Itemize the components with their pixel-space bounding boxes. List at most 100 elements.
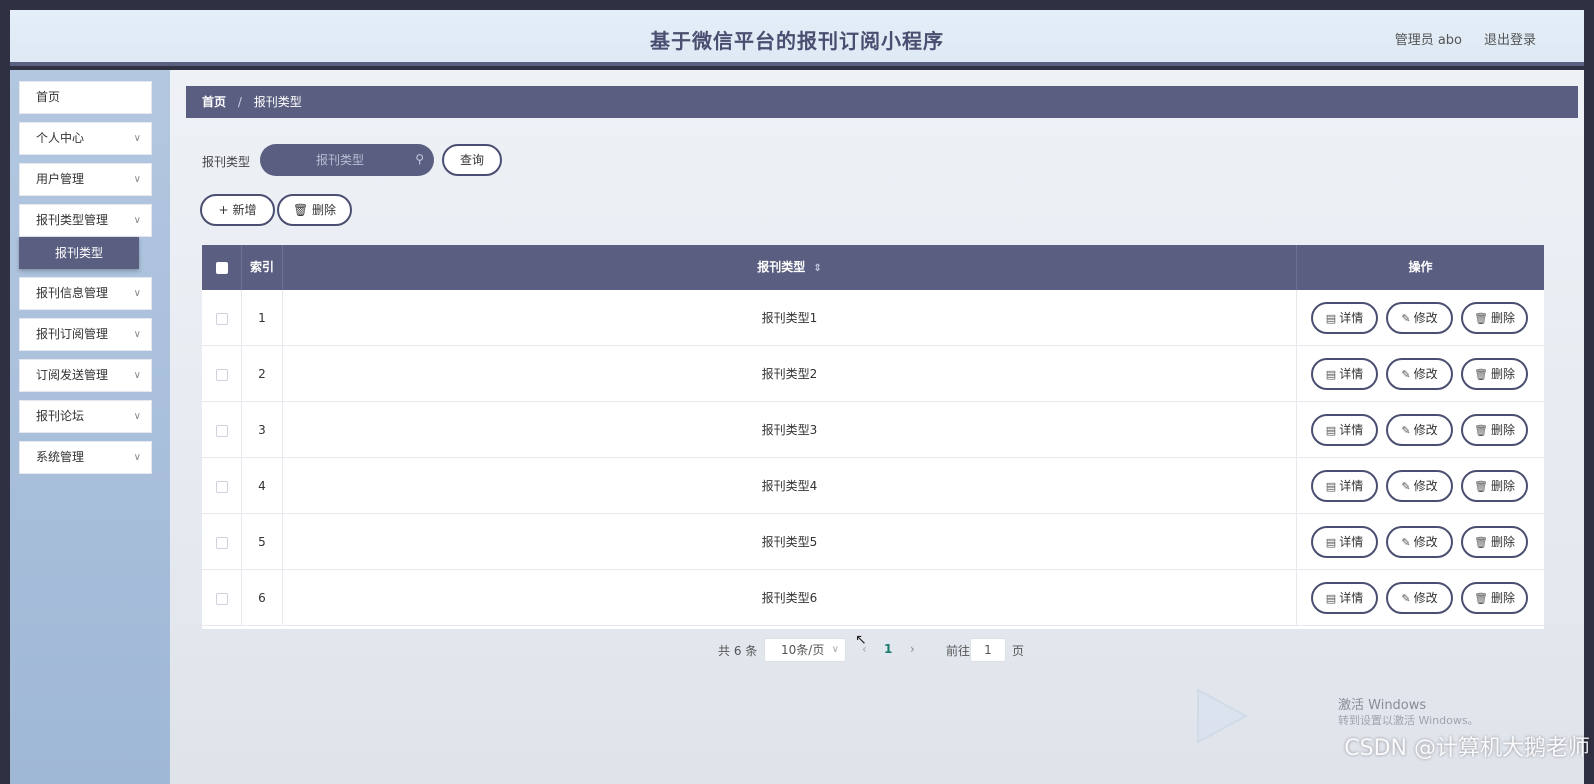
chevron-down-icon: ∨ <box>133 411 141 422</box>
trash-icon: 🗑 <box>1474 592 1488 605</box>
detail-button[interactable]: ▤ 详情 <box>1311 414 1378 446</box>
row-checkbox[interactable] <box>215 536 228 549</box>
batch-delete-label: 删除 <box>312 203 337 217</box>
csdn-watermark: CSDN @计算机大鹅老师 <box>1344 736 1590 761</box>
row-type: 报刊类型5 <box>283 514 1297 570</box>
row-index: 4 <box>242 458 283 514</box>
pencil-icon: ✎ <box>1401 592 1411 605</box>
sidebar-item-subscription-management[interactable]: 报刊订阅管理 ∨ <box>19 318 152 351</box>
document-icon: ▤ <box>1325 536 1337 549</box>
document-icon: ▤ <box>1325 312 1337 325</box>
chevron-down-icon: ∨ <box>133 288 141 299</box>
row-checkbox[interactable] <box>215 368 228 381</box>
row-checkbox[interactable] <box>215 480 228 493</box>
column-header-type-label: 报刊类型 <box>757 260 806 274</box>
delete-button[interactable]: 🗑 删除 <box>1461 470 1528 502</box>
sidebar-item-type-management[interactable]: 报刊类型管理 ∨ <box>19 204 152 237</box>
chevron-down-icon: ∨ <box>133 329 141 340</box>
select-all-checkbox[interactable] <box>215 261 228 274</box>
row-checkbox[interactable] <box>215 312 228 325</box>
chevron-down-icon: ∨ <box>133 133 141 144</box>
sidebar-item-user-management[interactable]: 用户管理 ∨ <box>19 163 152 196</box>
detail-button[interactable]: ▤ 详情 <box>1311 470 1378 502</box>
row-checkbox[interactable] <box>215 424 228 437</box>
batch-delete-button[interactable]: 🗑 删除 <box>277 194 352 226</box>
row-actions: ▤ 详情 ✎ 修改 🗑 删除 <box>1297 458 1544 514</box>
table-row: 1 报刊类型1 ▤ 详情 ✎ 修改 🗑 删除 <box>202 290 1544 346</box>
sidebar-item-system-management[interactable]: 系统管理 ∨ <box>19 441 152 474</box>
search-button[interactable]: 查询 <box>442 144 502 176</box>
detail-button[interactable]: ▤ 详情 <box>1311 526 1378 558</box>
trash-icon: 🗑 <box>292 203 309 217</box>
column-header-actions: 操作 <box>1408 260 1433 274</box>
sidebar-item-label: 报刊订阅管理 <box>36 327 109 341</box>
sort-icon[interactable]: ⇕ <box>813 263 821 274</box>
trash-icon: 🗑 <box>1474 536 1488 549</box>
sidebar-item-label: 报刊信息管理 <box>36 286 109 300</box>
document-icon: ▤ <box>1325 424 1337 437</box>
trash-icon: 🗑 <box>1474 480 1488 493</box>
table-row: 3 报刊类型3 ▤ 详情 ✎ 修改 🗑 删除 <box>202 402 1544 458</box>
edit-button[interactable]: ✎ 修改 <box>1386 470 1453 502</box>
row-type: 报刊类型4 <box>283 458 1297 514</box>
delete-button[interactable]: 🗑 删除 <box>1461 582 1528 614</box>
sidebar-item-home[interactable]: 首页 <box>19 81 152 114</box>
sidebar-subitem-newspaper-type[interactable]: 报刊类型 <box>19 237 139 269</box>
logout-link[interactable]: 退出登录 <box>1484 29 1536 48</box>
row-actions: ▤ 详情 ✎ 修改 🗑 删除 <box>1297 570 1544 626</box>
row-type: 报刊类型3 <box>283 402 1297 458</box>
row-actions: ▤ 详情 ✎ 修改 🗑 删除 <box>1297 346 1544 402</box>
breadcrumb-home[interactable]: 首页 <box>202 95 226 109</box>
document-icon: ▤ <box>1325 592 1337 605</box>
page-number[interactable]: 1 <box>884 642 892 656</box>
column-header-index: 索引 <box>242 245 283 290</box>
edit-button[interactable]: ✎ 修改 <box>1386 582 1453 614</box>
data-table: 索引 报刊类型 ⇕ 操作 1 报刊类型1 ▤ 详情 ✎ 修改 🗑 删除 2 报刊类型2… <box>202 245 1544 629</box>
user-label: 管理员 abo <box>1394 33 1462 48</box>
trash-icon: 🗑 <box>1474 368 1488 381</box>
row-type: 报刊类型1 <box>283 290 1297 346</box>
breadcrumb-separator: / <box>237 95 242 109</box>
table-row: 4 报刊类型4 ▤ 详情 ✎ 修改 🗑 删除 <box>202 458 1544 514</box>
detail-button[interactable]: ▤ 详情 <box>1311 302 1378 334</box>
document-icon: ▤ <box>1325 480 1337 493</box>
detail-button[interactable]: ▤ 详情 <box>1311 358 1378 390</box>
pagination-total: 共 6 条 <box>718 644 758 658</box>
delete-button[interactable]: 🗑 删除 <box>1461 302 1528 334</box>
select-all-cell <box>202 245 242 290</box>
page-size-select[interactable]: 10条/页 ∨ <box>764 638 846 662</box>
pencil-icon: ✎ <box>1401 312 1411 325</box>
edit-button[interactable]: ✎ 修改 <box>1386 414 1453 446</box>
edit-button[interactable]: ✎ 修改 <box>1386 358 1453 390</box>
chevron-down-icon: ∨ <box>133 370 141 381</box>
column-header-type[interactable]: 报刊类型 ⇕ <box>283 245 1297 290</box>
delete-button[interactable]: 🗑 删除 <box>1461 414 1528 446</box>
chevron-down-icon: ∨ <box>831 644 839 655</box>
search-input[interactable] <box>270 144 410 176</box>
activate-windows-watermark: 激活 Windows <box>1338 698 1427 713</box>
goto-page-input[interactable]: 1 <box>970 638 1006 662</box>
trash-icon: 🗑 <box>1474 312 1488 325</box>
pencil-icon: ✎ <box>1401 368 1411 381</box>
sidebar-item-personal-center[interactable]: 个人中心 ∨ <box>19 122 152 155</box>
delete-button[interactable]: 🗑 删除 <box>1461 526 1528 558</box>
edit-button[interactable]: ✎ 修改 <box>1386 302 1453 334</box>
sidebar-item-delivery-management[interactable]: 订阅发送管理 ∨ <box>19 359 152 392</box>
delete-button[interactable]: 🗑 删除 <box>1461 358 1528 390</box>
row-actions: ▤ 详情 ✎ 修改 🗑 删除 <box>1297 290 1544 346</box>
add-button[interactable]: + 新增 <box>200 194 275 226</box>
sidebar-item-forum[interactable]: 报刊论坛 ∨ <box>19 400 152 433</box>
detail-button[interactable]: ▤ 详情 <box>1311 582 1378 614</box>
next-page-button[interactable]: › <box>910 642 915 656</box>
breadcrumb-current: 报刊类型 <box>253 95 302 109</box>
row-actions: ▤ 详情 ✎ 修改 🗑 删除 <box>1297 514 1544 570</box>
chevron-down-icon: ∨ <box>133 452 141 463</box>
document-icon: ▤ <box>1325 368 1337 381</box>
video-play-watermark-icon <box>1197 688 1249 744</box>
trash-icon: 🗑 <box>1474 424 1488 437</box>
main-content: 首页 / 报刊类型 报刊类型 ⚲ 查询 + 新增 🗑 删除 索引 报刊类型 ⇕ … <box>170 70 1584 784</box>
row-checkbox[interactable] <box>215 592 228 605</box>
sidebar-item-info-management[interactable]: 报刊信息管理 ∨ <box>19 277 152 310</box>
edit-button[interactable]: ✎ 修改 <box>1386 526 1453 558</box>
row-index: 5 <box>242 514 283 570</box>
